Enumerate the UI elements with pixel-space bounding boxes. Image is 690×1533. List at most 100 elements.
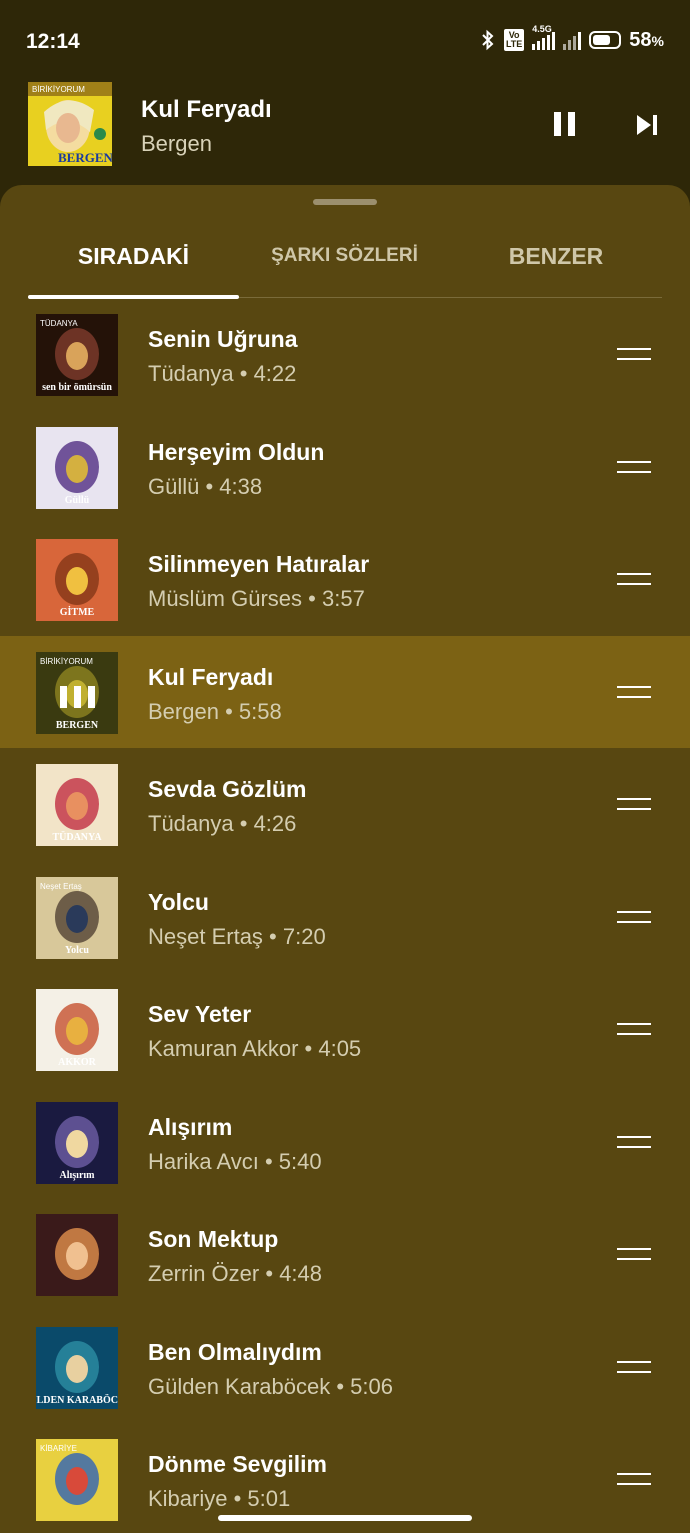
- queue-item-subtitle: Bergen • 5:58: [148, 699, 282, 725]
- art-bottom-caption: sen bir ömürsün: [42, 382, 112, 393]
- queue-item-artist: Neşet Ertaş: [148, 923, 263, 949]
- queue-item-duration: 7:20: [282, 923, 326, 949]
- queue-item-album-art: KİBARİYE: [36, 1439, 118, 1521]
- queue-item-album-art: Alışırım: [36, 1101, 118, 1184]
- queue-item[interactable]: GÜLDEN KARABÖCEK Ben Olmalıydım Gülden K…: [0, 1311, 690, 1424]
- queue-item-artist: Müslüm Gürses: [148, 586, 303, 611]
- queue-item-album-art: TÜDANYA: [36, 764, 118, 846]
- queue-item[interactable]: TÜDANYA sen bir ömürsün Senin Uğruna Tüd…: [0, 298, 690, 411]
- queue-item[interactable]: Alışırım Alışırım Harika Avcı • 5:40: [0, 1086, 690, 1199]
- queue-item-artist: Kamuran Akkor: [148, 1036, 299, 1061]
- queue-item-album-art: GİTME: [36, 539, 118, 621]
- drag-handle-icon[interactable]: [617, 798, 651, 812]
- queue-item-subtitle: Harika Avcı • 5:40: [148, 1149, 322, 1175]
- bluetooth-icon: [482, 29, 494, 51]
- network-type-label: 4.5G: [532, 24, 552, 34]
- home-indicator[interactable]: [218, 1515, 472, 1521]
- queue-item-album-art: AKKOR: [36, 989, 118, 1071]
- tab-related[interactable]: BENZER: [450, 243, 662, 270]
- queue-item[interactable]: Neşet Ertaş Yolcu Yolcu Neşet Ertaş • 7:…: [0, 861, 690, 974]
- queue-item-title: Dönme Sevgilim: [148, 1451, 327, 1477]
- queue-item-album-art: BİRİKİYORUM BERGEN: [36, 651, 118, 734]
- mini-art-top-caption: BİRİKİYORUM: [32, 85, 85, 94]
- queue-item-duration: 5:06: [350, 1373, 393, 1399]
- art-bottom-caption: TÜDANYA: [52, 830, 102, 843]
- drag-handle-icon[interactable]: [617, 910, 651, 925]
- queue-item[interactable]: BİRİKİYORUM BERGEN Kul Feryadı Bergen • …: [0, 635, 690, 748]
- queue-item-title: Senin Uğruna: [148, 326, 298, 352]
- art-bottom-caption: GÜLDEN KARABÖCEK: [36, 1393, 118, 1406]
- queue-item-title: Sev Yeter: [148, 1001, 252, 1027]
- drag-handle-icon[interactable]: [617, 1023, 651, 1037]
- pause-icon: [553, 112, 561, 136]
- queue-item-album-art: [36, 1214, 118, 1296]
- queue-list: TÜDANYA sen bir ömürsün Senin Uğruna Tüd…: [0, 298, 690, 1533]
- separator: •: [233, 811, 254, 836]
- drag-handle-icon[interactable]: [617, 1248, 651, 1262]
- queue-item-subtitle: Kamuran Akkor • 4:05: [148, 1036, 361, 1062]
- queue-item[interactable]: GİTME Silinmeyen Hatıralar Müslüm Gürses…: [0, 523, 690, 636]
- queue-item-subtitle: Güllü • 4:38: [148, 474, 262, 500]
- queue-item-album-art: GÜLDEN KARABÖCEK: [36, 1326, 118, 1409]
- queue-item-artist: Kibariye: [148, 1486, 228, 1511]
- queue-item-title: Kul Feryadı: [148, 663, 274, 690]
- separator: •: [259, 1261, 280, 1286]
- sheet-drag-handle[interactable]: [313, 199, 377, 205]
- queue-sheet: SIRADAKİ ŞARKI SÖZLERİ BENZER TÜDANYA se…: [0, 185, 690, 1533]
- queue-item-artist: Tüdanya: [148, 811, 234, 836]
- drag-handle-icon[interactable]: [617, 348, 651, 362]
- queue-item-subtitle: Kibariye • 5:01: [148, 1486, 290, 1512]
- queue-item-artist: Harika Avcı: [148, 1148, 259, 1174]
- battery-percent: 58%: [629, 28, 664, 51]
- art-bottom-caption: GİTME: [60, 606, 95, 618]
- queue-item-duration: 5:01: [247, 1486, 291, 1511]
- queue-item-title: Son Mektup: [148, 1226, 279, 1252]
- drag-handle-icon[interactable]: [617, 573, 651, 587]
- queue-item[interactable]: Güllü Herşeyim Oldun Güllü • 4:38: [0, 411, 690, 524]
- queue-item-artist: Gülden Karaböcek: [148, 1373, 331, 1399]
- skip-next-icon: [637, 115, 657, 135]
- drag-handle-icon[interactable]: [617, 1135, 651, 1150]
- queue-item-duration: 3:57: [321, 586, 365, 611]
- queue-item-duration: 4:05: [318, 1036, 362, 1061]
- queue-item[interactable]: AKKOR Sev Yeter Kamuran Akkor • 4:05: [0, 973, 690, 1086]
- drag-handle-icon[interactable]: [617, 1360, 651, 1375]
- queue-item-duration: 4:38: [219, 473, 263, 499]
- tab-up-next[interactable]: SIRADAKİ: [28, 243, 239, 270]
- mini-player-album-art[interactable]: BİRİKİYORUM BERGEN: [28, 82, 114, 166]
- mini-player[interactable]: BİRİKİYORUM BERGEN Kul Feryadı Bergen: [0, 80, 690, 186]
- queue-item[interactable]: TÜDANYA Sevda Gözlüm Tüdanya • 4:26: [0, 748, 690, 861]
- queue-item-title: Silinmeyen Hatıralar: [148, 551, 370, 577]
- status-bar: 12:14 Vo LTE 4.5G 58%: [0, 0, 690, 80]
- separator: •: [258, 1148, 279, 1174]
- queue-item-title: Herşeyim Oldun: [148, 438, 325, 465]
- separator: •: [233, 361, 254, 386]
- queue-item-duration: 4:26: [253, 811, 297, 836]
- queue-item-duration: 4:48: [279, 1261, 323, 1286]
- drag-handle-icon[interactable]: [617, 1473, 651, 1487]
- status-icons: Vo LTE 4.5G 58%: [480, 24, 664, 52]
- separator: •: [298, 1036, 319, 1061]
- art-bottom-caption: Güllü: [65, 495, 90, 506]
- queue-item-artist: Tüdanya: [148, 361, 234, 386]
- battery-icon: [589, 31, 622, 49]
- art-top-caption: TÜDANYA: [40, 319, 78, 328]
- queue-item-artist: Zerrin Özer: [148, 1261, 260, 1286]
- second-signal-icon: [563, 30, 582, 50]
- mini-player-title: Kul Feryadı: [141, 96, 272, 123]
- art-bottom-caption: BERGEN: [56, 720, 99, 731]
- queue-item-title: Ben Olmalıydım: [148, 1338, 322, 1365]
- drag-handle-icon[interactable]: [617, 460, 651, 475]
- skip-next-button[interactable]: [632, 110, 662, 140]
- tab-lyrics[interactable]: ŞARKI SÖZLERİ: [239, 245, 450, 267]
- queue-item-duration: 4:22: [253, 361, 297, 386]
- art-bottom-caption: Yolcu: [65, 945, 89, 956]
- queue-item-title: Alışırım: [148, 1113, 233, 1140]
- queue-item[interactable]: Son Mektup Zerrin Özer • 4:48: [0, 1198, 690, 1311]
- tab-bar: SIRADAKİ ŞARKI SÖZLERİ BENZER: [28, 225, 662, 299]
- drag-handle-icon[interactable]: [617, 685, 651, 700]
- queue-item-artist: Güllü: [148, 473, 200, 499]
- art-top-caption: BİRİKİYORUM: [40, 657, 93, 666]
- pause-button[interactable]: [548, 108, 580, 140]
- queue-item-artist: Bergen: [148, 698, 219, 724]
